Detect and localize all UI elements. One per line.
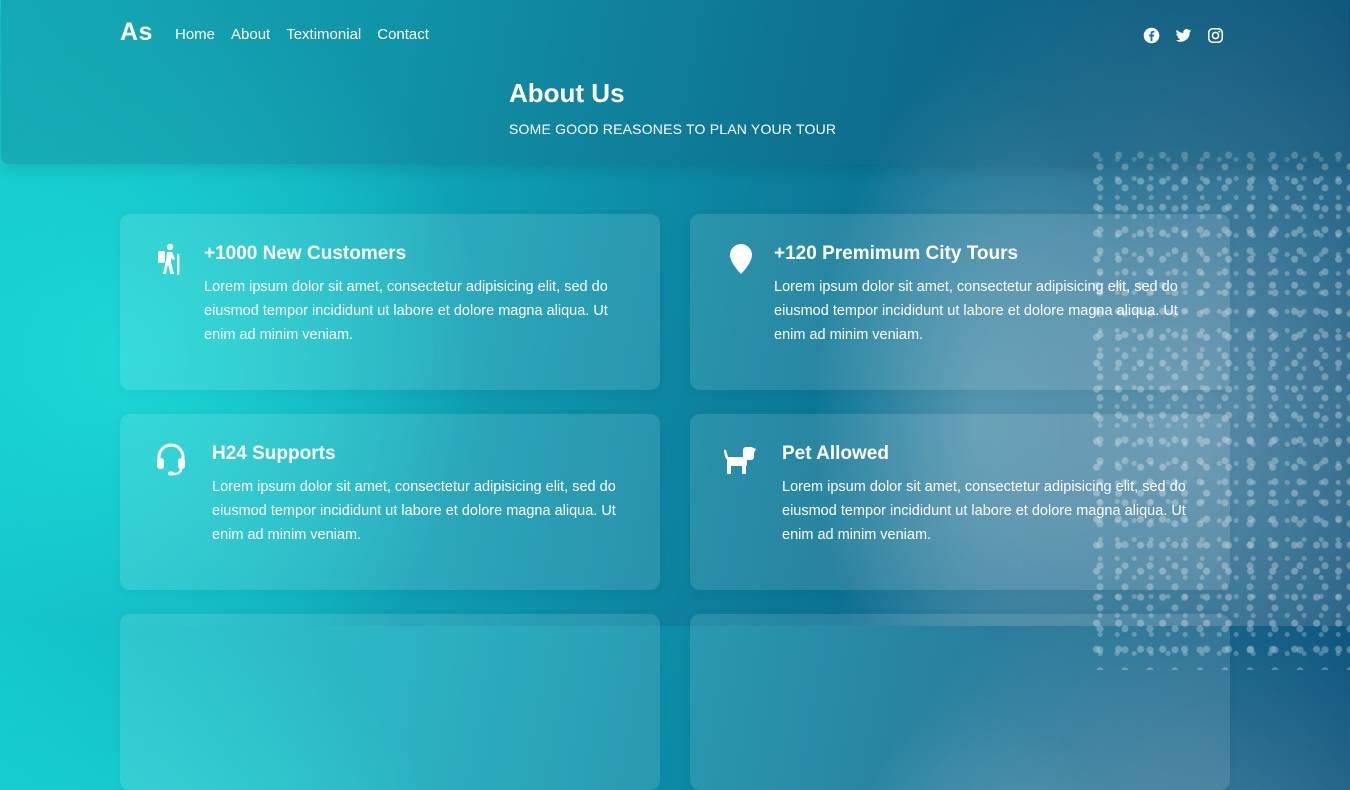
page-title: About Us bbox=[509, 78, 625, 108]
nav-contact-link[interactable]: Contact bbox=[377, 26, 429, 43]
feature-text: Lorem ipsum dolor sit amet, consectetur … bbox=[774, 279, 1178, 343]
main-nav: Home About Textimonial Contact bbox=[175, 26, 429, 43]
page-subtitle: SOME GOOD REASONES TO PLAN YOUR TOUR bbox=[509, 121, 837, 137]
nav-home-link[interactable]: Home bbox=[175, 26, 215, 43]
feature-card-city-tours: +120 Premimum City Tours Lorem ipsum dol… bbox=[690, 214, 1230, 390]
feature-card-supports: H24 Supports Lorem ipsum dolor sit amet,… bbox=[120, 414, 660, 590]
twitter-icon[interactable] bbox=[1175, 27, 1192, 44]
site-logo[interactable]: As bbox=[120, 18, 153, 47]
social-links bbox=[1143, 27, 1224, 44]
feature-card-partial bbox=[120, 614, 660, 790]
feature-text: Lorem ipsum dolor sit amet, consectetur … bbox=[782, 479, 1186, 543]
nav-testimonial-link[interactable]: Textimonial bbox=[286, 26, 361, 43]
instagram-icon[interactable] bbox=[1207, 27, 1224, 44]
site-header: As Home About Textimonial Contact About … bbox=[1, 0, 1348, 164]
feature-text: Lorem ipsum dolor sit amet, consectetur … bbox=[212, 479, 616, 543]
feature-title: +120 Premimum City Tours bbox=[774, 243, 1019, 264]
feature-text: Lorem ipsum dolor sit amet, consectetur … bbox=[204, 279, 608, 343]
dog-icon bbox=[723, 442, 758, 476]
facebook-icon[interactable] bbox=[1143, 27, 1160, 44]
nav-about-link[interactable]: About bbox=[231, 26, 270, 43]
feature-card-pets: Pet Allowed Lorem ipsum dolor sit amet, … bbox=[690, 414, 1230, 590]
feature-card-partial bbox=[690, 614, 1230, 790]
headset-icon bbox=[154, 442, 188, 476]
feature-title: Pet Allowed bbox=[782, 443, 889, 464]
feature-title: +1000 New Customers bbox=[204, 243, 407, 264]
feature-card-customers: +1000 New Customers Lorem ipsum dolor si… bbox=[120, 214, 660, 390]
hiking-icon bbox=[154, 242, 188, 276]
map-marker-icon bbox=[724, 242, 758, 276]
feature-title: H24 Supports bbox=[212, 443, 336, 464]
